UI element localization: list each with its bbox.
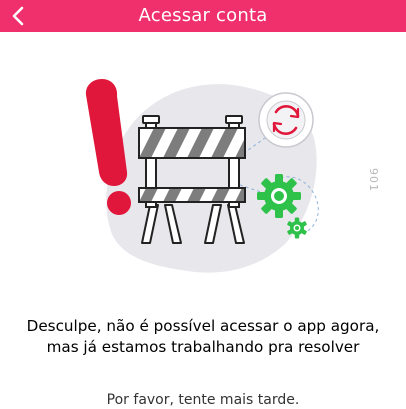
error-message: Desculpe, não é possível acessar o app a… bbox=[26, 317, 380, 356]
page-title: Acessar conta bbox=[138, 5, 268, 26]
app-header: Acessar conta bbox=[0, 0, 406, 32]
gear-icon bbox=[257, 174, 301, 218]
error-code: 901 bbox=[367, 168, 380, 192]
maintenance-illustration bbox=[85, 79, 319, 273]
retry-hint: Por favor, tente mais tarde. bbox=[106, 392, 300, 408]
refresh-icon bbox=[258, 92, 314, 148]
